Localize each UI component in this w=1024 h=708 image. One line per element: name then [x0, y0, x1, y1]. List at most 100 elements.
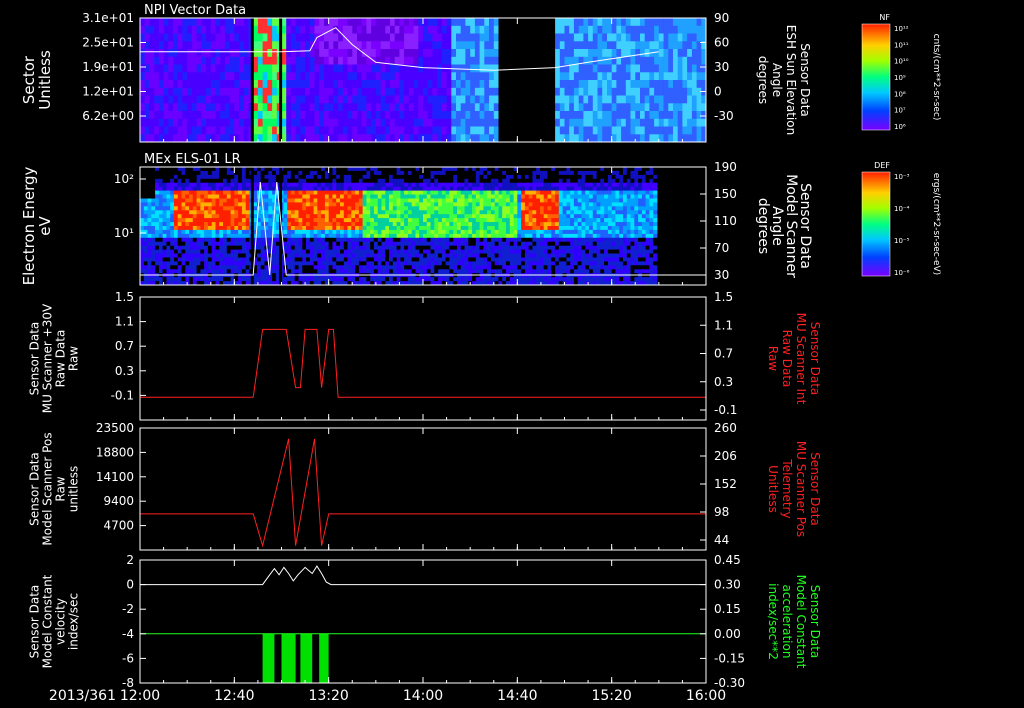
- heatmap-cell: [243, 25, 249, 34]
- heatmap-cell: [343, 170, 348, 176]
- heatmap-cell: [300, 111, 306, 120]
- heatmap-cell: [168, 25, 174, 34]
- heatmap-cell: [189, 190, 194, 195]
- heatmap-cell: [162, 194, 167, 199]
- heatmap-cell: [200, 186, 205, 191]
- heatmap-cell: [241, 182, 247, 187]
- heatmap-cell: [468, 174, 473, 180]
- heatmap-cell: [413, 18, 419, 27]
- heatmap-cell: [177, 202, 182, 207]
- heatmap-cell: [570, 186, 575, 191]
- heatmap-cell: [328, 111, 334, 120]
- heatmap-cell: [430, 249, 435, 254]
- heatmap-cell: [264, 202, 269, 207]
- heatmap-cell: [625, 118, 631, 127]
- heatmap-cell: [238, 182, 243, 187]
- heatmap-cell: [607, 237, 613, 243]
- heatmap-cell: [168, 72, 174, 81]
- heatmap-cell: [174, 182, 179, 187]
- heatmap-cell: [267, 80, 273, 89]
- heatmap-cell: [630, 174, 635, 180]
- heatmap-cell: [351, 167, 356, 172]
- heatmap-cell: [298, 222, 303, 227]
- heatmap-cell: [441, 194, 447, 199]
- heatmap-cell: [430, 190, 435, 195]
- heatmap-cell: [290, 167, 296, 172]
- heatmap-cell: [168, 95, 174, 104]
- heatmap-cell: [677, 72, 683, 81]
- heatmap-cell: [302, 202, 307, 207]
- heatmap-cell: [658, 49, 664, 58]
- heatmap-cell: [540, 41, 546, 50]
- heatmap-cell: [449, 194, 454, 199]
- heatmap-cell: [558, 186, 563, 191]
- heatmap-cell: [468, 241, 473, 246]
- heatmap-cell: [201, 25, 207, 34]
- heatmap-cell: [653, 237, 658, 243]
- heatmap-cell: [347, 214, 352, 219]
- heatmap-cell: [219, 210, 224, 215]
- heatmap-cell: [389, 206, 394, 211]
- heatmap-cell: [513, 229, 518, 235]
- heatmap-cell: [512, 103, 518, 112]
- heatmap-cell: [163, 126, 169, 135]
- heatmap-cell: [366, 198, 371, 203]
- heatmap-cell: [207, 202, 213, 207]
- heatmap-cell: [475, 210, 480, 215]
- heatmap-cell: [640, 64, 646, 73]
- heatmap-cell: [155, 174, 160, 180]
- heatmap-cell: [547, 190, 552, 195]
- heatmap-cell: [355, 190, 360, 195]
- heatmap-cell: [415, 167, 420, 172]
- heatmap-cell: [498, 111, 504, 120]
- heatmap-cell: [347, 118, 353, 127]
- heatmap-cell: [177, 182, 182, 187]
- heatmap-cell: [230, 202, 235, 207]
- heatmap-cell: [185, 190, 190, 195]
- heatmap-cell: [210, 134, 216, 143]
- heatmap-cell: [309, 249, 314, 254]
- heatmap-cell: [654, 103, 660, 112]
- heatmap-cell: [313, 253, 318, 258]
- heatmap-cell: [234, 182, 239, 187]
- heatmap-cell: [189, 253, 194, 258]
- heatmap-cell: [298, 174, 303, 180]
- heatmap-cell: [649, 174, 654, 180]
- heatmap-cell: [294, 249, 299, 254]
- heatmap-cell: [204, 233, 209, 239]
- heatmap-cell: [528, 210, 533, 215]
- heatmap-cell: [352, 64, 358, 73]
- heatmap-cell: [453, 249, 458, 254]
- heatmap-cell: [446, 56, 452, 65]
- heatmap-cell: [522, 134, 528, 143]
- heatmap-cell: [394, 25, 400, 34]
- heatmap-cell: [528, 237, 533, 243]
- heatmap-cell: [309, 72, 315, 81]
- heatmap-cell: [286, 49, 292, 58]
- heatmap-cell: [668, 111, 674, 120]
- heatmap-cell: [597, 80, 603, 89]
- heatmap-cell: [503, 80, 509, 89]
- heatmap-cell: [234, 49, 240, 58]
- heatmap-cell: [324, 226, 330, 231]
- heatmap-cell: [507, 80, 513, 89]
- heatmap-cell: [238, 190, 243, 195]
- heatmap-cell: [451, 118, 457, 127]
- heatmap-cell: [158, 226, 164, 231]
- heatmap-cell: [540, 222, 545, 227]
- heatmap-cell: [456, 33, 462, 42]
- heatmap-cell: [283, 198, 288, 203]
- heatmap-cell: [389, 167, 394, 172]
- heatmap-cell: [358, 202, 364, 207]
- heatmap-cell: [399, 25, 405, 34]
- heatmap-cell: [140, 80, 146, 89]
- heatmap-cell: [490, 218, 496, 223]
- heatmap-cell: [411, 202, 416, 207]
- heatmap-cell: [616, 80, 622, 89]
- heatmap-cell: [645, 194, 650, 199]
- heatmap-cell: [223, 206, 228, 211]
- heatmap-cell: [569, 111, 575, 120]
- heatmap-cell: [302, 226, 307, 231]
- heatmap-cell: [663, 134, 669, 143]
- heatmap-cell: [283, 226, 288, 231]
